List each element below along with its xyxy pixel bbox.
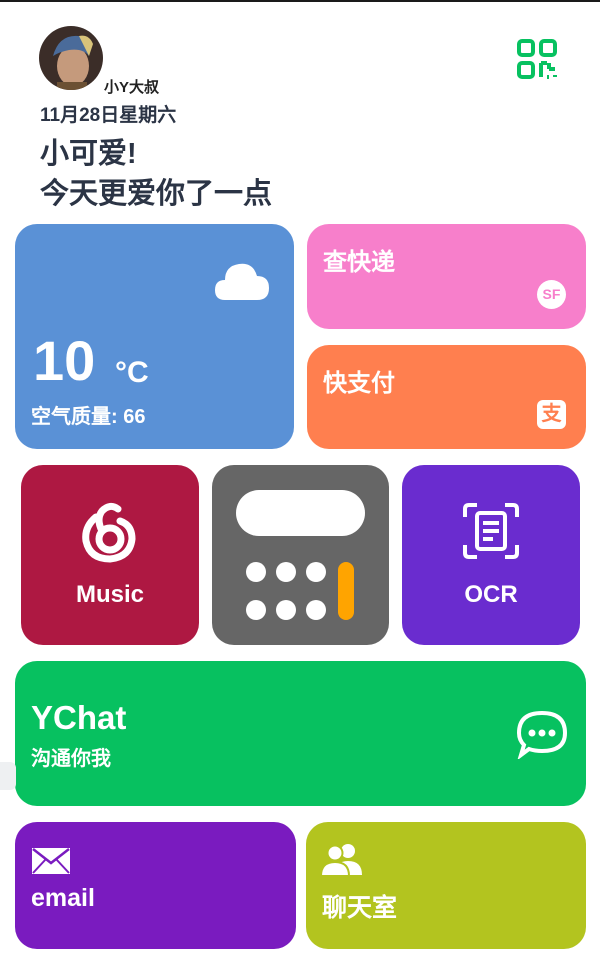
- ychat-tile[interactable]: YChat 沟通你我: [15, 661, 586, 806]
- greeting-line-2: 今天更爱你了一点: [40, 178, 273, 210]
- calculator-equals-key: [338, 562, 354, 620]
- calculator-key: [306, 562, 326, 582]
- air-quality-text: 空气质量: 66: [31, 406, 146, 428]
- date-text: 11月28日星期六: [40, 105, 177, 126]
- express-label: 查快递: [323, 249, 395, 276]
- chat-room-label: 聊天室: [322, 894, 398, 922]
- music-label: Music: [75, 581, 144, 608]
- home-screen: 小Y大叔 11月28日星期六 小可爱! 今天更爱你了一点 10 °C 空气质量:…: [0, 0, 600, 980]
- side-handle[interactable]: [0, 762, 16, 790]
- calculator-key: [246, 600, 266, 620]
- quick-pay-tile[interactable]: 快支付 支: [307, 345, 586, 449]
- music-tile[interactable]: Music: [21, 465, 199, 645]
- username: 小Y大叔: [104, 79, 160, 96]
- ocr-tile[interactable]: OCR: [402, 465, 580, 645]
- email-tile[interactable]: email: [15, 822, 296, 949]
- users-icon: [319, 842, 363, 877]
- cloud-icon: [213, 258, 271, 302]
- calculator-key: [306, 600, 326, 620]
- alipay-icon: 支: [537, 400, 566, 429]
- avatar[interactable]: [39, 26, 103, 90]
- calculator-display: [236, 490, 365, 536]
- ocr-label: OCR: [464, 581, 518, 608]
- netease-music-icon: [80, 501, 138, 563]
- temperature-value: 10: [33, 329, 96, 392]
- ychat-subtitle: 沟通你我: [31, 748, 111, 770]
- calculator-key: [276, 600, 296, 620]
- weather-tile[interactable]: 10 °C 空气质量: 66: [15, 224, 294, 449]
- email-label: email: [31, 884, 95, 912]
- chat-room-tile[interactable]: 聊天室: [306, 822, 586, 949]
- chat-bubble-icon: [515, 709, 569, 761]
- calculator-key: [246, 562, 266, 582]
- greeting-line-1: 小可爱!: [40, 138, 137, 170]
- qr-code-icon[interactable]: [516, 38, 558, 80]
- envelope-icon: [32, 848, 70, 874]
- calculator-key: [276, 562, 296, 582]
- pay-label: 快支付: [323, 370, 395, 397]
- temperature-unit: °C: [115, 356, 149, 389]
- ychat-title: YChat: [31, 699, 127, 736]
- express-tracking-tile[interactable]: 查快递 SF: [307, 224, 586, 329]
- document-scan-icon: [463, 503, 519, 559]
- sf-express-icon: SF: [537, 280, 566, 309]
- calculator-tile[interactable]: [212, 465, 389, 645]
